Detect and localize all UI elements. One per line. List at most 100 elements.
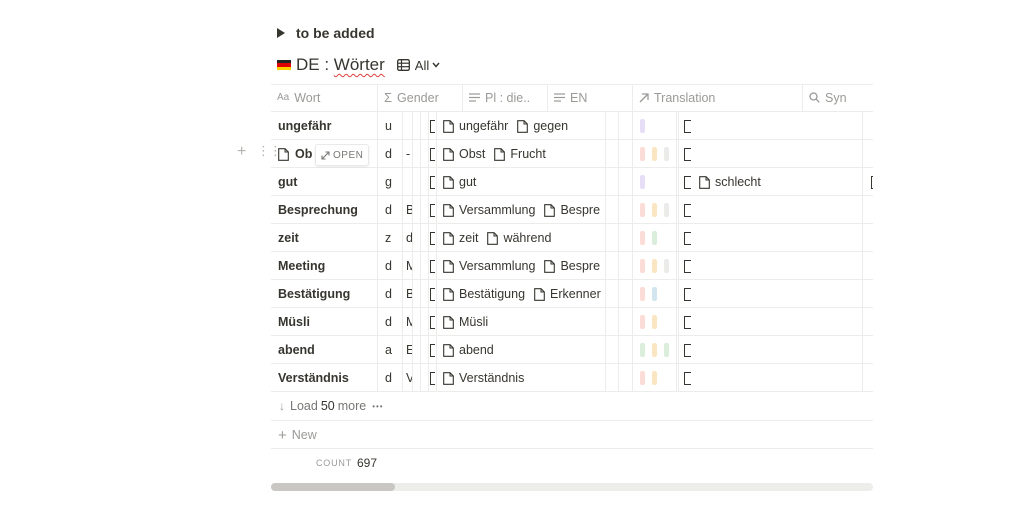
table-row[interactable]: abend aEabend	[271, 336, 873, 364]
cell-hidden[interactable]	[619, 168, 633, 196]
add-row-plus-icon[interactable]: +	[237, 143, 246, 161]
tag-chip[interactable]	[652, 371, 657, 385]
table-row[interactable]: Meeting dM Versammlung Bespre	[271, 252, 873, 280]
cell-gender[interactable]: u	[378, 112, 403, 140]
cell-gender[interactable]: z	[378, 224, 403, 252]
cell-translations[interactable]: Müsli	[437, 308, 606, 336]
cell-relation[interactable]	[429, 112, 437, 140]
cell-gender[interactable]: d	[378, 308, 403, 336]
cell-tags[interactable]	[633, 308, 677, 336]
cell-relation[interactable]	[429, 224, 437, 252]
translation-page-link[interactable]: Frucht	[494, 147, 546, 161]
cell-hidden[interactable]	[619, 364, 633, 392]
cell-tags[interactable]	[633, 252, 677, 280]
cell-tags[interactable]	[633, 112, 677, 140]
cell-gender-extra[interactable]: -	[403, 140, 413, 168]
triangle-right-icon[interactable]	[277, 28, 285, 38]
table-row[interactable]: Bestätigung dB Bestätigung Erkenner	[271, 280, 873, 308]
translation-page-link[interactable]: Verständnis	[443, 371, 524, 385]
table-row[interactable]: Müsli dM Müsli	[271, 308, 873, 336]
cell-tags[interactable]	[633, 196, 677, 224]
cell-hidden[interactable]	[619, 308, 633, 336]
translation-page-link[interactable]: Erkenner	[534, 287, 601, 301]
cell-relation[interactable]	[429, 252, 437, 280]
column-header-syn[interactable]: Syn	[803, 84, 873, 111]
translation-page-link[interactable]: Obst	[443, 147, 485, 161]
cell-wort[interactable]: Besprechung	[271, 196, 378, 224]
horizontal-scrollbar-thumb[interactable]	[271, 483, 395, 491]
cell-hidden[interactable]	[606, 140, 619, 168]
tag-chip[interactable]	[652, 203, 657, 217]
drag-handle-icon[interactable]: ⋮⋮	[257, 143, 282, 159]
table-row[interactable]: gut g gut schlecht	[271, 168, 873, 196]
cell-translation-relation[interactable]	[679, 224, 863, 252]
cell-hidden[interactable]	[421, 112, 429, 140]
cell-syn[interactable]	[863, 196, 873, 224]
cell-hidden[interactable]	[619, 252, 633, 280]
cell-translations[interactable]: Verständnis	[437, 364, 606, 392]
cell-hidden[interactable]	[606, 308, 619, 336]
tag-chip[interactable]	[640, 315, 645, 329]
cell-tags[interactable]	[633, 280, 677, 308]
cell-hidden[interactable]	[606, 336, 619, 364]
cell-hidden[interactable]	[606, 168, 619, 196]
cell-hidden[interactable]	[413, 224, 421, 252]
cell-hidden[interactable]	[606, 364, 619, 392]
cell-gender-extra[interactable]: d	[403, 224, 413, 252]
tag-chip[interactable]	[664, 259, 669, 273]
cell-hidden[interactable]	[413, 280, 421, 308]
cell-gender-extra[interactable]: M	[403, 308, 413, 336]
translation-page-link[interactable]: Versammlung	[443, 259, 535, 273]
tag-chip[interactable]	[652, 343, 657, 357]
cell-gender[interactable]: g	[378, 168, 403, 196]
cell-hidden[interactable]	[413, 168, 421, 196]
cell-syn[interactable]	[863, 140, 873, 168]
tag-chip[interactable]	[640, 259, 645, 273]
tag-chip[interactable]	[640, 287, 645, 301]
cell-hidden[interactable]	[421, 224, 429, 252]
cell-translation-relation[interactable]	[679, 364, 863, 392]
cell-syn[interactable]	[863, 252, 873, 280]
cell-translation-relation[interactable]: schlecht	[679, 168, 863, 196]
table-row[interactable]: ungefähr u ungefähr gegen	[271, 112, 873, 140]
cell-hidden[interactable]	[413, 140, 421, 168]
tag-chip[interactable]	[664, 147, 669, 161]
column-header-gender[interactable]: Σ Gender	[378, 84, 463, 111]
cell-gender[interactable]: d	[378, 252, 403, 280]
cell-hidden[interactable]	[421, 364, 429, 392]
cell-syn[interactable]	[863, 364, 873, 392]
cell-hidden[interactable]	[606, 252, 619, 280]
cell-translations[interactable]: Bestätigung Erkenner	[437, 280, 606, 308]
cell-hidden[interactable]	[421, 196, 429, 224]
tag-chip[interactable]	[664, 343, 669, 357]
cell-wort[interactable]: abend	[271, 336, 378, 364]
cell-translations[interactable]: zeit während	[437, 224, 606, 252]
cell-tags[interactable]	[633, 224, 677, 252]
column-header-en[interactable]: EN	[548, 84, 633, 111]
syn-page-link[interactable]: schlecht	[699, 175, 761, 189]
tag-chip[interactable]	[640, 147, 645, 161]
tag-chip[interactable]	[652, 259, 657, 273]
cell-hidden[interactable]	[421, 252, 429, 280]
translation-page-link[interactable]: Bespre	[544, 203, 600, 217]
cell-wort[interactable]: Verständnis	[271, 364, 378, 392]
cell-hidden[interactable]	[606, 280, 619, 308]
cell-gender[interactable]: d	[378, 140, 403, 168]
column-header-translation[interactable]: Translation	[633, 84, 803, 111]
cell-hidden[interactable]	[421, 336, 429, 364]
cell-tags[interactable]	[633, 140, 677, 168]
cell-hidden[interactable]	[413, 336, 421, 364]
cell-hidden[interactable]	[421, 280, 429, 308]
cell-wort[interactable]: zeit	[271, 224, 378, 252]
open-page-button[interactable]: OPEN	[315, 144, 370, 166]
tag-chip[interactable]	[652, 287, 657, 301]
cell-gender-extra[interactable]	[403, 168, 413, 196]
cell-wort[interactable]: gut	[271, 168, 378, 196]
cell-translations[interactable]: gut	[437, 168, 606, 196]
view-selector[interactable]: All	[396, 58, 445, 73]
table-row[interactable]: zeit z d zeit während	[271, 224, 873, 252]
cell-translation-relation[interactable]	[679, 336, 863, 364]
table-row[interactable]: Verständnis dV Verständnis	[271, 364, 873, 392]
cell-hidden[interactable]	[606, 224, 619, 252]
cell-hidden[interactable]	[421, 308, 429, 336]
